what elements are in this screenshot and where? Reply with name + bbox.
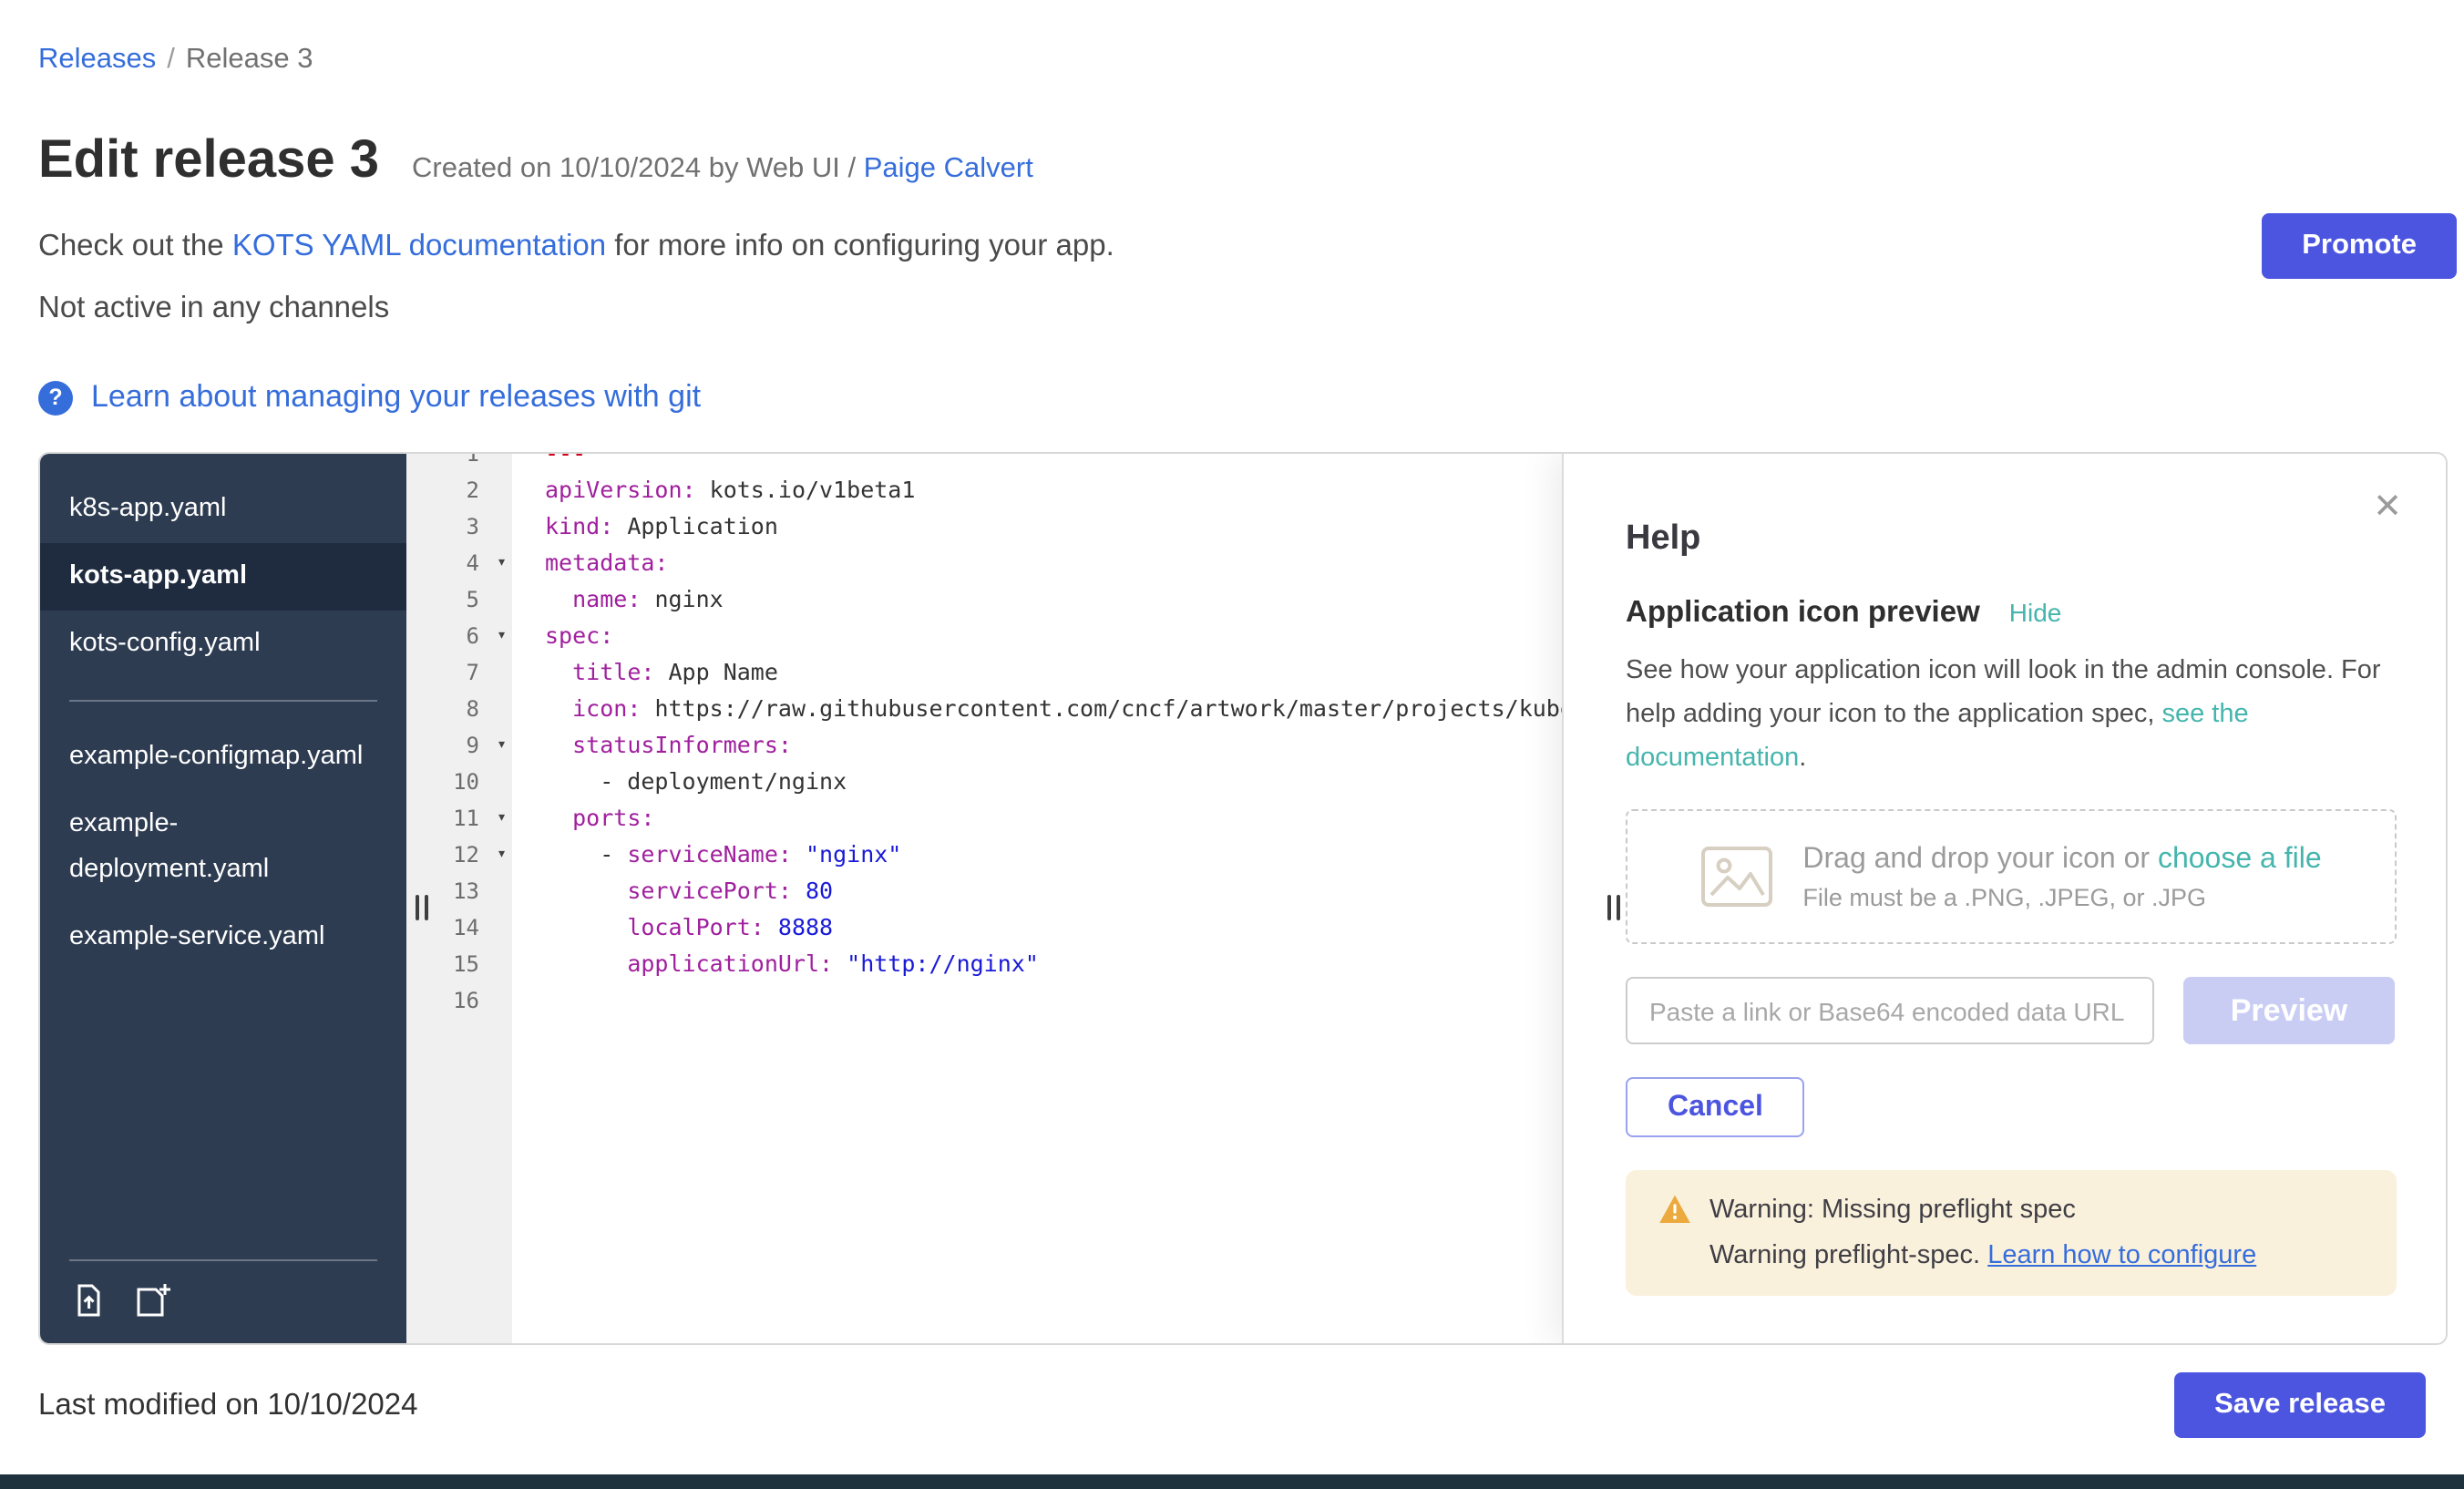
resize-handle-left[interactable] [416, 895, 428, 920]
icon-url-row: Preview [1626, 977, 2395, 1044]
file-tree-item-example-configmap-yaml[interactable]: example-configmap.yaml [40, 724, 406, 791]
file-tree-item-example-deployment-yaml[interactable]: example-deployment.yaml [40, 791, 406, 904]
line-number: 4▾ [406, 545, 512, 581]
help-panel: ✕ Help Application icon preview Hide See… [1562, 454, 2446, 1343]
kots-yaml-docs-link[interactable]: KOTS YAML documentation [232, 230, 606, 262]
app-window: Releases / Release 3 Edit release 3 Create… [0, 0, 2464, 1489]
dropzone-text-block: Drag and drop your icon or choose a file… [1802, 843, 2321, 910]
sidebar-bottom [40, 1259, 406, 1343]
warning-icon [1658, 1194, 1691, 1225]
file-tree-item-k8s-app-yaml[interactable]: k8s-app.yaml [40, 476, 406, 543]
fold-arrow-icon[interactable]: ▾ [497, 800, 507, 837]
sidebar-divider [69, 1259, 377, 1261]
line-number: 15 [406, 946, 512, 982]
choose-file-link[interactable]: choose a file [2158, 843, 2322, 874]
warning-detail-text: Warning preflight-spec. [1709, 1241, 1987, 1270]
preflight-warning-box: Warning: Missing preflight spec Warning … [1626, 1170, 2397, 1296]
warning-title: Warning: Missing preflight spec [1709, 1195, 2076, 1224]
docs-row: Check out the KOTS YAML documentation fo… [38, 230, 2448, 264]
icon-dropzone[interactable]: Drag and drop your icon or choose a file… [1626, 809, 2397, 944]
promote-button[interactable]: Promote [2262, 213, 2457, 279]
page-footer: Last modified on 10/10/2024 Save release [38, 1372, 2448, 1438]
docs-text-prefix: Check out the [38, 230, 232, 262]
question-icon: ? [38, 380, 73, 415]
dropzone-drag-text: Drag and drop your icon or [1802, 843, 2158, 874]
configure-preflight-link[interactable]: Learn how to configure [1987, 1241, 2256, 1270]
line-number: 2 [406, 472, 512, 508]
line-number: 5 [406, 581, 512, 618]
sidebar-icons [69, 1281, 377, 1320]
line-number: 9▾ [406, 727, 512, 764]
line-number: 11▾ [406, 800, 512, 837]
help-panel-title: Help [1626, 519, 2395, 560]
line-number: 7 [406, 654, 512, 691]
close-icon[interactable]: ✕ [2373, 487, 2402, 529]
fold-arrow-icon[interactable]: ▾ [497, 837, 507, 873]
edit-release-page: Releases / Release 3 Edit release 3 Create… [0, 0, 2464, 1489]
warning-detail-row: Warning preflight-spec. Learn how to con… [1709, 1241, 2364, 1270]
file-tree-divider [69, 700, 377, 702]
file-tree-item-kots-config-yaml[interactable]: kots-config.yaml [40, 611, 406, 678]
dropzone-main-text: Drag and drop your icon or choose a file [1802, 843, 2321, 876]
dropzone-hint: File must be a .PNG, .JPEG, or .JPG [1802, 883, 2321, 910]
line-number: 8 [406, 691, 512, 727]
upload-file-icon[interactable] [69, 1281, 108, 1320]
docs-text-suffix: for more info on configuring your app. [606, 230, 1114, 262]
created-text: Created on 10/10/2024 by Web UI / [412, 153, 864, 184]
hide-link[interactable]: Hide [2009, 598, 2062, 627]
line-number: 10 [406, 764, 512, 800]
bottom-band [0, 1474, 2464, 1489]
created-info: Created on 10/10/2024 by Web UI / Paige … [412, 153, 1033, 186]
fold-arrow-icon[interactable]: ▾ [497, 545, 507, 581]
channel-status: Not active in any channels [38, 292, 2448, 326]
breadcrumb: Releases / Release 3 [38, 44, 2448, 77]
file-tree: k8s-app.yamlkots-app.yamlkots-config.yam… [40, 454, 406, 1259]
file-tree-item-kots-app-yaml[interactable]: kots-app.yaml [40, 543, 406, 611]
file-tree-item-example-service-yaml[interactable]: example-service.yaml [40, 904, 406, 971]
save-release-button[interactable]: Save release [2174, 1372, 2426, 1438]
warning-title-row: Warning: Missing preflight spec [1658, 1194, 2364, 1225]
icon-preview-title: Application icon preview [1626, 596, 1980, 631]
fold-arrow-icon[interactable]: ▾ [497, 618, 507, 654]
last-modified-text: Last modified on 10/10/2024 [38, 1388, 418, 1422]
new-file-icon[interactable] [133, 1281, 175, 1320]
icon-url-input[interactable] [1626, 977, 2154, 1044]
page-title: Edit release 3 [38, 131, 379, 191]
file-sidebar: k8s-app.yamlkots-app.yamlkots-config.yam… [40, 454, 406, 1343]
git-help-row: ? Learn about managing your releases wit… [38, 379, 2448, 416]
line-number: 3 [406, 508, 512, 545]
title-row: Edit release 3 Created on 10/10/2024 by … [38, 131, 2448, 191]
image-placeholder-icon [1700, 846, 1773, 908]
fold-arrow-icon[interactable]: ▾ [497, 727, 507, 764]
help-description-period: . [1799, 744, 1806, 773]
cancel-button[interactable]: Cancel [1626, 1077, 1805, 1137]
resize-handle-right[interactable] [1607, 895, 1620, 920]
line-number: 1 [406, 454, 512, 472]
breadcrumb-separator: / [167, 44, 175, 75]
breadcrumb-releases-link[interactable]: Releases [38, 44, 156, 75]
line-number: 6▾ [406, 618, 512, 654]
git-releases-link[interactable]: Learn about managing your releases with … [91, 379, 701, 416]
icon-preview-section-header: Application icon preview Hide [1626, 596, 2395, 631]
line-number: 12▾ [406, 837, 512, 873]
help-description: See how your application icon will look … [1626, 649, 2397, 780]
breadcrumb-current: Release 3 [186, 44, 313, 75]
release-editor-workspace: k8s-app.yamlkots-app.yamlkots-config.yam… [38, 452, 2448, 1345]
created-by-link[interactable]: Paige Calvert [864, 153, 1033, 184]
preview-button[interactable]: Preview [2183, 977, 2395, 1044]
help-description-text: See how your application icon will look … [1626, 656, 2381, 729]
line-number: 16 [406, 982, 512, 1019]
